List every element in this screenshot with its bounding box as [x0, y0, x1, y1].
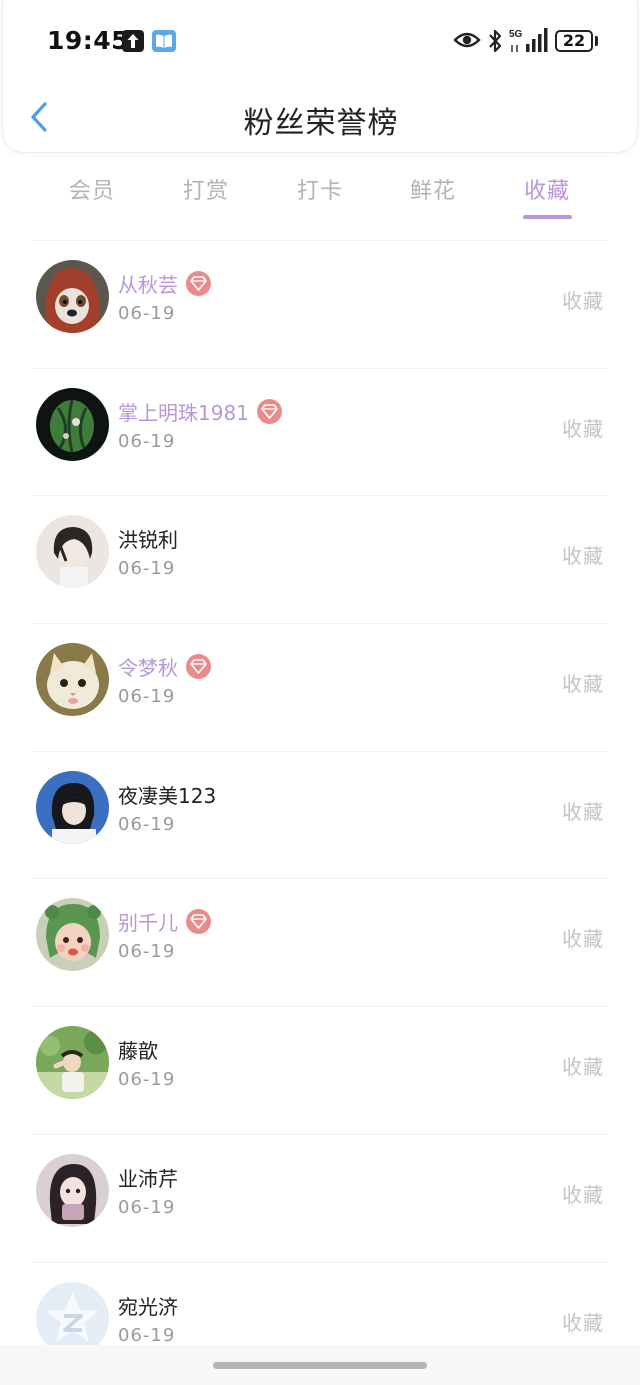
fan-date: 06-19 [118, 1324, 176, 1346]
fan-date: 06-19 [118, 941, 176, 963]
action-label: 收藏 [562, 1310, 604, 1335]
fan-date: 06-19 [118, 558, 176, 580]
girl-avatar[interactable] [36, 770, 109, 844]
fan-name: 令梦秋 [118, 652, 211, 681]
list-item[interactable]: 令梦秋 06-19 收藏 [0, 623, 640, 751]
fan-name: 别千儿 [118, 907, 211, 936]
status-bar: 19:45 5G 22 [3, 0, 639, 80]
action-label: 收藏 [562, 416, 604, 441]
fan-name: 宛光济 [118, 1294, 178, 1319]
action-label: 收藏 [562, 544, 604, 569]
tab-flowers[interactable]: 鲜花 [383, 173, 483, 205]
divider [34, 1261, 606, 1263]
divider [34, 1133, 606, 1135]
fan-name: 从秋芸 [118, 269, 211, 298]
list-item[interactable]: 业沛芹 06-19 收藏 [0, 1133, 640, 1262]
diamond-icon [186, 654, 211, 680]
list-item[interactable]: 洪锐利 06-19 收藏 [0, 495, 640, 623]
diamond-icon [186, 909, 211, 935]
girl-avatar[interactable] [36, 1153, 109, 1227]
fan-date: 06-19 [118, 303, 176, 324]
girl-avatar[interactable] [36, 515, 109, 589]
battery-icon: 22 [555, 30, 593, 52]
action-label: 收藏 [562, 289, 604, 313]
nature-avatar[interactable] [36, 1026, 109, 1100]
cat-avatar[interactable] [36, 643, 109, 717]
divider [34, 495, 606, 497]
action-label: 收藏 [562, 672, 604, 697]
fan-name: 夜凄美123 [118, 783, 217, 808]
dog-avatar[interactable] [36, 260, 109, 333]
fan-date: 06-19 [118, 1196, 176, 1218]
fan-name: 业沛芹 [118, 1166, 178, 1191]
upload-icon [122, 30, 144, 52]
action-label: 收藏 [562, 799, 604, 824]
tab-tips[interactable]: 打赏 [156, 173, 256, 205]
fan-date: 06-19 [118, 686, 176, 708]
screen: 19:45 5G 22 粉丝荣誉榜 会员 打赏 打卡 鲜花 收藏 从秋芸 06-… [0, 0, 640, 1385]
divider [34, 623, 606, 625]
action-label: 收藏 [562, 1182, 604, 1207]
home-indicator[interactable] [213, 1362, 427, 1369]
tab-bar: 会员 打赏 打卡 鲜花 收藏 [0, 163, 640, 223]
tab-membership[interactable]: 会员 [42, 173, 142, 205]
fan-name: 掌上明珠1981 [118, 397, 282, 426]
tab-favorites[interactable]: 收藏 [497, 173, 597, 205]
fan-date: 06-19 [118, 1069, 176, 1091]
status-time: 19:45 [47, 26, 130, 55]
divider [34, 878, 606, 880]
nav-bar: 粉丝荣誉榜 [3, 80, 639, 153]
list-item[interactable]: 藤歆 06-19 收藏 [0, 1006, 640, 1134]
list-item[interactable]: 从秋芸 06-19 收藏 [0, 240, 640, 368]
action-label: 收藏 [562, 1055, 604, 1080]
bluetooth-icon [489, 29, 502, 53]
divider [34, 1006, 606, 1008]
eye-icon [453, 32, 481, 48]
list-item[interactable]: 别千儿 06-19 收藏 [0, 878, 640, 1006]
tab-checkin[interactable]: 打卡 [270, 173, 370, 205]
header: 19:45 5G 22 粉丝荣誉榜 [2, 0, 638, 153]
child-avatar[interactable] [36, 898, 109, 972]
fan-date: 06-19 [118, 813, 176, 835]
bottom-bar [0, 1345, 640, 1385]
fan-list: 从秋芸 06-19 收藏 掌上明珠1981 06-19 收藏 洪锐利 06-19… [0, 240, 640, 1385]
diamond-icon [186, 271, 211, 296]
action-label: 收藏 [562, 927, 604, 952]
book-icon [152, 30, 176, 52]
watermelon-avatar[interactable] [36, 387, 109, 461]
page-title: 粉丝荣誉榜 [243, 106, 399, 141]
default-avatar[interactable] [36, 1281, 109, 1355]
signal-icon: 5G [509, 28, 548, 52]
fan-date: 06-19 [118, 430, 176, 452]
network-label: 5G [509, 29, 523, 40]
fan-name: 洪锐利 [118, 528, 178, 553]
battery-tip [595, 36, 598, 46]
diamond-icon [256, 398, 282, 424]
list-item[interactable]: 掌上明珠1981 06-19 收藏 [0, 367, 640, 496]
divider [34, 367, 606, 369]
divider [34, 750, 606, 752]
list-item[interactable]: 夜凄美123 06-19 收藏 [0, 750, 640, 879]
active-tab-indicator [523, 215, 572, 219]
divider [34, 240, 606, 241]
fan-name: 藤歆 [118, 1039, 158, 1064]
